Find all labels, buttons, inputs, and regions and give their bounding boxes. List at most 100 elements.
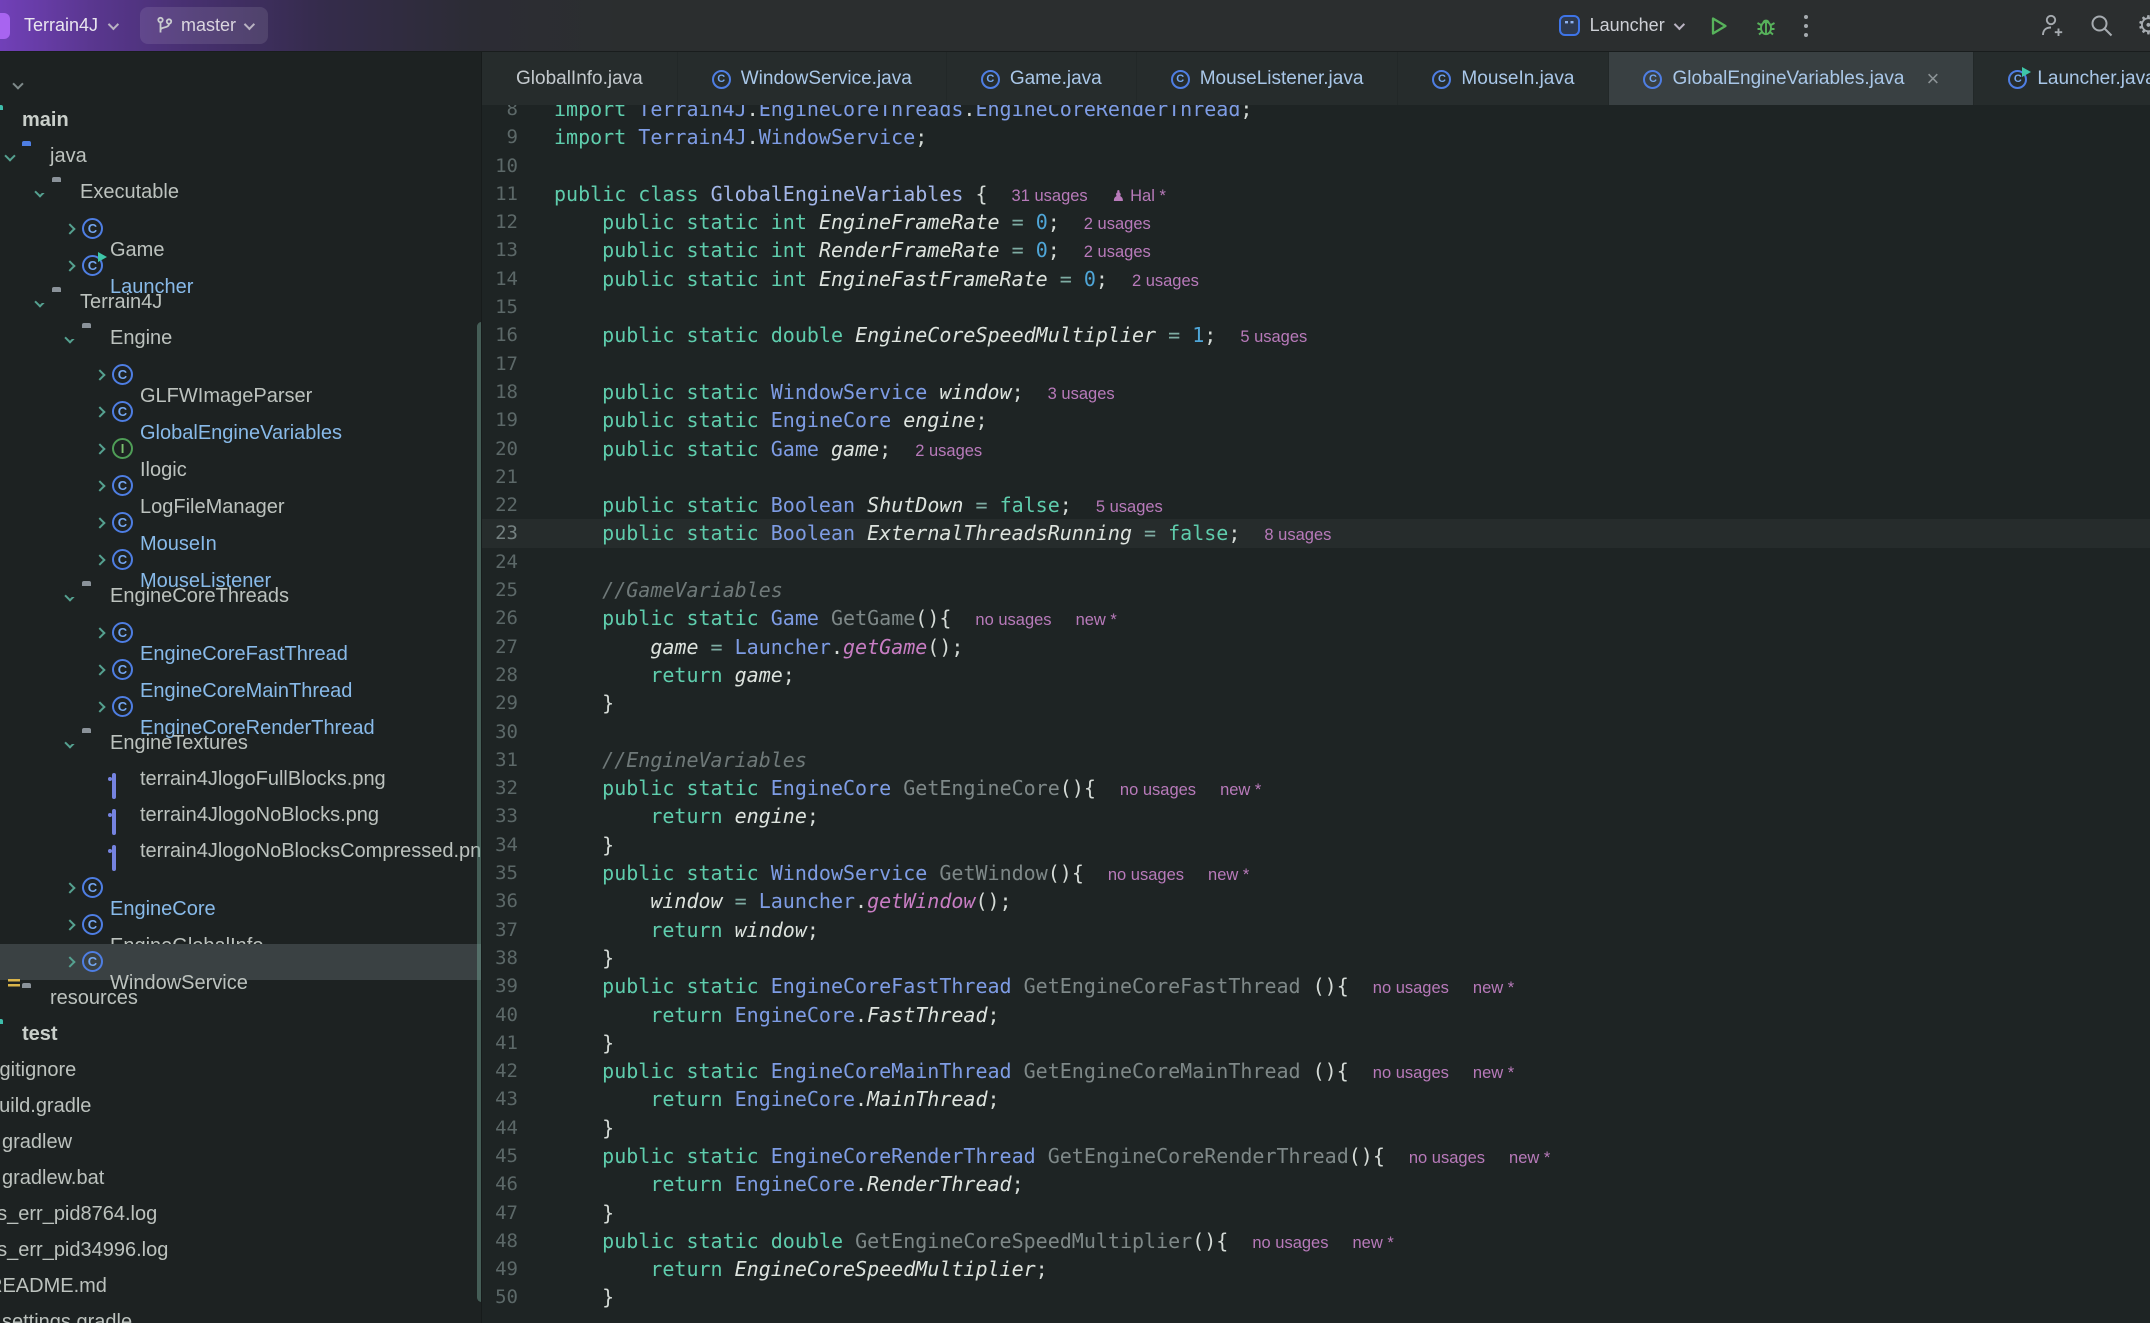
code-line-23[interactable]: 23 public static Boolean ExternalThreads… [482,519,2150,547]
chevron-collapsed-icon[interactable] [94,443,105,454]
line-number[interactable]: 31 [482,746,532,774]
tab-mousein-java[interactable]: MouseIn.java [1398,52,1609,105]
code-editor[interactable]: 8import Terrain4J.EngineCoreThreads.Engi… [482,105,2150,1323]
code-line-19[interactable]: 19 public static EngineCore engine; [482,406,2150,434]
line-number[interactable]: 25 [482,576,532,604]
code-line-10[interactable]: 10 [482,152,2150,180]
code-line-15[interactable]: 15 [482,293,2150,321]
usages-inlay-hint[interactable]: 31 usages [1012,187,1088,205]
chevron-collapsed-icon[interactable] [64,956,75,967]
chevron-collapsed-icon[interactable] [64,260,75,271]
code-line-18[interactable]: 18 public static WindowService window;3 … [482,378,2150,406]
close-icon[interactable]: × [1926,68,1939,90]
usages-inlay-hint[interactable]: no usages [1120,781,1196,799]
line-number[interactable]: 30 [482,718,532,746]
line-number[interactable]: 21 [482,463,532,491]
run-config-selector[interactable]: Launcher [1558,14,1682,37]
usages-inlay-hint[interactable]: no usages [1373,979,1449,997]
tree-item-terrain4j[interactable]: Terrain4J [0,284,481,320]
code-line-44[interactable]: 44 } [482,1114,2150,1142]
code-line-38[interactable]: 38 } [482,944,2150,972]
line-number[interactable]: 19 [482,406,532,434]
code-line-31[interactable]: 31 //EngineVariables [482,746,2150,774]
code-line-48[interactable]: 48 public static double GetEngineCoreSpe… [482,1227,2150,1255]
project-tree-scrollbar[interactable] [477,322,481,1302]
tree-item-enginecorerenderthread[interactable]: EngineCoreRenderThread [0,689,481,725]
code-line-17[interactable]: 17 [482,350,2150,378]
chevron-collapsed-icon[interactable] [94,554,105,565]
usages-inlay-hint[interactable]: 8 usages [1264,526,1331,544]
tree-item-engine[interactable]: Engine [0,320,481,356]
tree-item-test[interactable]: test [0,1016,481,1052]
line-number[interactable]: 13 [482,236,532,264]
line-number[interactable]: 45 [482,1142,532,1170]
search-icon[interactable] [2088,12,2115,39]
tab-launcher-java[interactable]: Launcher.java [1974,52,2150,105]
tree-item-hs-err-pid8764-log[interactable]: hs_err_pid8764.log [0,1196,481,1232]
tree-item-java[interactable]: java [0,138,481,174]
line-number[interactable]: 50 [482,1283,532,1311]
code-line-20[interactable]: 20 public static Game game;2 usages [482,435,2150,463]
code-line-34[interactable]: 34 } [482,831,2150,859]
line-number[interactable]: 38 [482,944,532,972]
tree-item-main[interactable]: main [0,102,481,138]
tree-item-settings-gradle[interactable]: settings.gradle [0,1304,481,1323]
code-line-32[interactable]: 32 public static EngineCore GetEngineCor… [482,774,2150,802]
code-line-26[interactable]: 26 public static Game GetGame(){no usage… [482,604,2150,632]
code-line-12[interactable]: 12 public static int EngineFrameRate = 0… [482,208,2150,236]
tree-item-enginetextures[interactable]: EngineTextures [0,725,481,761]
usages-inlay-hint[interactable]: new * [1208,866,1249,884]
line-number[interactable]: 8 [482,105,532,123]
tree-item-gitignore[interactable]: .gitignore [0,1052,481,1088]
code-line-24[interactable]: 24 [482,548,2150,576]
code-line-45[interactable]: 45 public static EngineCoreRenderThread … [482,1142,2150,1170]
usages-inlay-hint[interactable]: no usages [1409,1149,1485,1167]
line-number[interactable]: 16 [482,321,532,349]
chevron-collapsed-icon[interactable] [94,406,105,417]
usages-inlay-hint[interactable]: new * [1509,1149,1550,1167]
line-number[interactable]: 20 [482,435,532,463]
tree-item-gradlew[interactable]: gradlew [0,1124,481,1160]
tree-item-glfwimageparser[interactable]: GLFWImageParser [0,357,481,393]
line-number[interactable]: 43 [482,1085,532,1113]
tree-item-mouselistener[interactable]: MouseListener [0,542,481,578]
code-line-42[interactable]: 42 public static EngineCoreMainThread Ge… [482,1057,2150,1085]
tree-item-windowservice[interactable]: WindowService [0,944,481,980]
tree-item-engineglobalinfo[interactable]: EngineGlobalInfo [0,907,481,943]
line-number[interactable]: 24 [482,548,532,576]
tab-globalenginevariables-java[interactable]: GlobalEngineVariables.java× [1609,52,1974,105]
code-line-47[interactable]: 47 } [482,1199,2150,1227]
line-number[interactable]: 41 [482,1029,532,1057]
run-button[interactable] [1706,14,1730,38]
tree-item-ilogic[interactable]: Ilogic [0,431,481,467]
project-name[interactable]: Terrain4J [24,15,98,36]
usages-inlay-hint[interactable]: 5 usages [1240,328,1307,346]
usages-inlay-hint[interactable]: no usages [975,611,1051,629]
tree-item-terrain4jlogonoblocks-png[interactable]: terrain4JlogoNoBlocks.png [0,797,481,833]
line-number[interactable]: 46 [482,1170,532,1198]
code-line-43[interactable]: 43 return EngineCore.MainThread; [482,1085,2150,1113]
tree-item-gradlew-bat[interactable]: gradlew.bat [0,1160,481,1196]
line-number[interactable]: 18 [482,378,532,406]
project-root-row[interactable] [0,66,481,102]
code-line-41[interactable]: 41 } [482,1029,2150,1057]
line-number[interactable]: 9 [482,123,532,151]
line-number[interactable]: 22 [482,491,532,519]
tree-item-mousein[interactable]: MouseIn [0,505,481,541]
usages-inlay-hint[interactable]: new * [1076,611,1117,629]
line-number[interactable]: 15 [482,293,532,321]
line-number[interactable]: 49 [482,1255,532,1283]
code-line-29[interactable]: 29 } [482,689,2150,717]
line-number[interactable]: 28 [482,661,532,689]
tree-item-logfilemanager[interactable]: LogFileManager [0,468,481,504]
line-number[interactable]: 11 [482,180,532,208]
code-line-39[interactable]: 39 public static EngineCoreFastThread Ge… [482,972,2150,1000]
usages-inlay-hint[interactable]: 3 usages [1048,385,1115,403]
usages-inlay-hint[interactable]: 5 usages [1096,498,1163,516]
code-line-16[interactable]: 16 public static double EngineCoreSpeedM… [482,321,2150,349]
tree-item-resources[interactable]: resources [0,980,481,1016]
tree-item-hs-err-pid34996-log[interactable]: hs_err_pid34996.log [0,1232,481,1268]
line-number[interactable]: 29 [482,689,532,717]
line-number[interactable]: 17 [482,350,532,378]
tab-globalinfo-java[interactable]: GlobalInfo.java [482,52,678,105]
